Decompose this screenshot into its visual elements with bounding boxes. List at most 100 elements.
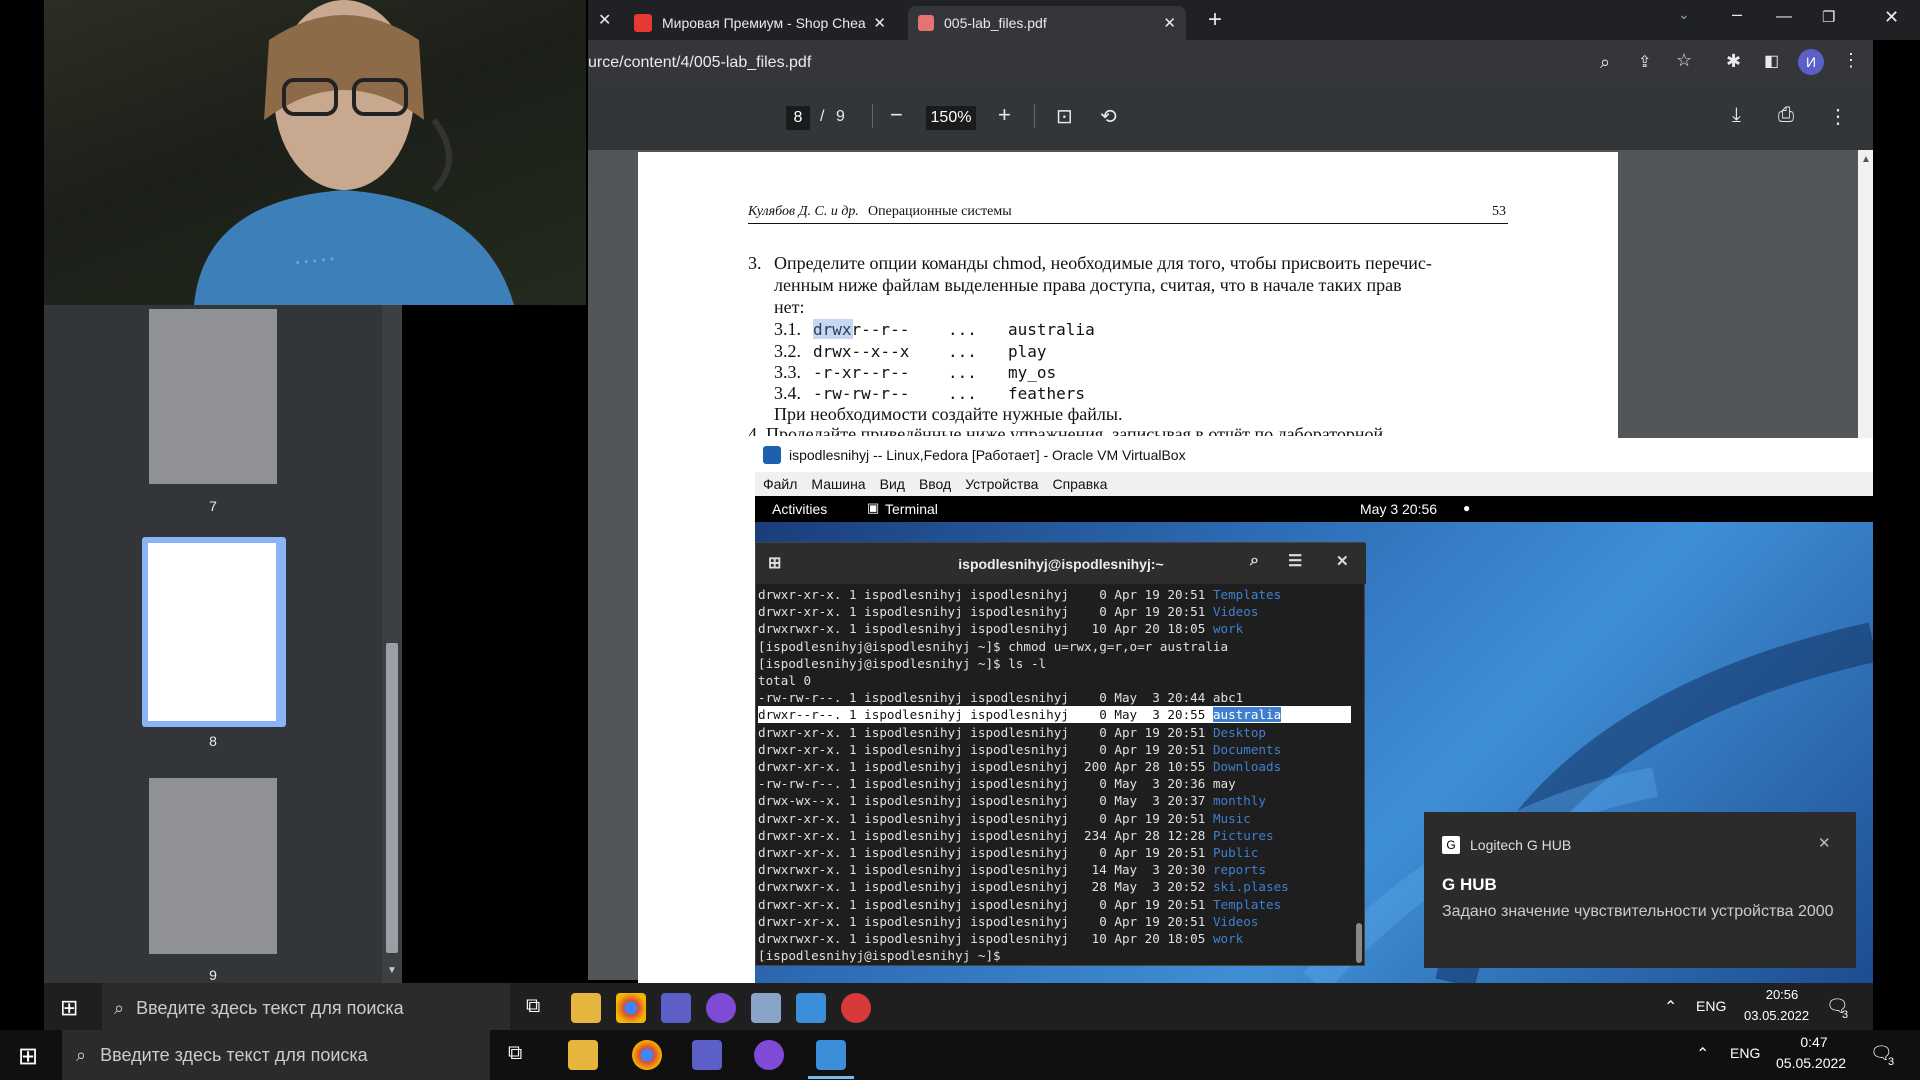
download-icon[interactable]: ⤓ [1732,104,1741,127]
share-icon[interactable]: ⇪ [1638,52,1651,72]
terminal-app-menu[interactable]: Terminal [885,501,938,517]
page-separator: / [820,108,825,125]
zoom-app-icon[interactable] [816,1040,846,1070]
chevron-down-icon[interactable]: ⌄ [1678,6,1690,23]
window-close-icon[interactable]: ✕ [1884,7,1899,28]
terminal-line-text: drwxrwxr-x. 1 ispodlesnihyj ispodlesnihy… [758,879,1213,895]
print-icon[interactable]: ⎙ [1778,104,1794,127]
restore-icon[interactable]: ❐ [1822,8,1835,26]
terminal-output[interactable]: drwxr-xr-x. 1 ispodlesnihyj ispodlesnihy… [756,586,1351,964]
hamburger-menu-icon[interactable]: ☰ [1288,551,1302,571]
divider [1034,104,1035,128]
thumbnail-page-7[interactable] [149,309,277,484]
item-text: нет: [774,297,805,317]
chrome-icon[interactable] [632,1040,662,1070]
window-minimize-icon[interactable]: — [1776,8,1792,26]
address-bar[interactable]: urce/content/4/005-lab_files.pdf ⌕ ⇪ ☆ ✱… [588,40,1873,86]
terminal-line-text: total 0 [758,673,812,688]
taskbar-search-box[interactable]: ⌕ Введите здесь текст для поиска [102,983,510,1033]
windows-start-icon[interactable]: ⊞ [18,1042,38,1071]
side-panel-icon[interactable]: ◧ [1764,51,1779,71]
tab-pdf[interactable]: 005-lab_files.pdf ✕ [908,6,1186,40]
zoom-icon[interactable]: ⌕ [1600,52,1610,73]
thumbnail-scrollbar-thumb[interactable] [386,643,398,953]
fit-page-icon[interactable]: ⊡ [1056,104,1073,129]
teams-icon[interactable] [692,1040,722,1070]
menu-input[interactable]: Ввод [919,476,951,492]
new-tab-icon[interactable]: ⊞ [768,553,781,573]
bookmark-star-icon[interactable]: ☆ [1676,50,1692,71]
menu-machine[interactable]: Машина [811,476,865,492]
clock-date[interactable]: 05.05.2022 [1776,1055,1846,1071]
menu-kebab-icon[interactable]: ⋮ [1842,50,1860,71]
extensions-icon[interactable]: ✱ [1726,51,1741,72]
thumbnail-scrollbar-track[interactable]: ▼ [382,305,402,983]
toast-notification[interactable]: G Logitech G HUB ✕ G HUB Задано значение… [1424,812,1856,968]
scroll-down-icon[interactable]: ▼ [387,965,397,976]
chrome-icon[interactable] [616,993,646,1023]
menu-file[interactable]: Файл [763,476,797,492]
terminal-window[interactable]: ⊞ ispodlesnihyj@ispodlesnihyj:~ ⌕ ☰ ✕ dr… [755,542,1366,966]
clock-time[interactable]: 20:56 [1754,987,1810,1002]
thumbnail-label: 8 [209,733,217,749]
clock-date[interactable]: 03.05.2022 [1744,1008,1809,1023]
clock-time[interactable]: 0:47 [1776,1034,1852,1050]
zoom-level-input[interactable]: 150% [926,106,976,130]
close-icon[interactable]: ✕ [1336,552,1349,570]
taskbar-search-box[interactable]: ⌕ Введите здесь текст для поиска [62,1030,490,1080]
shop-icon [634,14,652,32]
close-icon[interactable]: ✕ [873,14,886,32]
zoom-in-icon[interactable]: + [998,102,1011,128]
terminal-line: drwxrwxr-x. 1 ispodlesnihyj ispodlesnihy… [758,930,1243,947]
prev-tab-close-icon[interactable]: ✕ [598,10,611,30]
notification-close-icon[interactable]: ✕ [1818,834,1831,852]
item-text: ленным ниже файлам выделенные права дост… [774,275,1402,295]
task-view-icon[interactable]: ⧉ [526,995,540,1018]
thumbnail-label: 7 [209,498,217,514]
directory-name: Videos [1212,604,1259,620]
github-icon[interactable] [706,993,736,1023]
virtualbox-icon[interactable] [751,993,781,1023]
more-options-icon[interactable]: ⋮ [1828,104,1848,129]
tab-shop[interactable]: Мировая Премиум - Shop Chea ✕ [624,6,896,40]
terminal-line-text: drwxr-xr-x. 1 ispodlesnihyj ispodlesnihy… [758,604,1213,620]
menu-help[interactable]: Справка [1052,476,1107,492]
task-view-icon[interactable]: ⧉ [508,1042,522,1065]
new-tab-plus-icon[interactable]: + [1208,6,1222,34]
zoom-out-icon[interactable]: − [890,102,903,128]
minimize-icon[interactable]: – [1732,4,1742,25]
language-indicator[interactable]: ENG [1696,998,1726,1014]
activities-button[interactable]: Activities [772,501,827,517]
windows-start-icon[interactable]: ⊞ [60,995,78,1021]
terminal-scrollbar[interactable] [1356,923,1362,963]
directory-name: work [1212,621,1244,637]
url-text[interactable]: urce/content/4/005-lab_files.pdf [588,54,811,72]
thumbnail-page-9[interactable] [149,778,277,954]
sub-item-dots: ... [948,384,977,403]
outer-taskbar: ⊞ ⌕ Введите здесь текст для поиска ⧉ ⌃ E… [0,1030,1920,1080]
search-icon[interactable]: ⌕ [1250,552,1259,570]
rotate-icon[interactable]: ⟲ [1100,104,1117,129]
file-explorer-icon[interactable] [571,993,601,1023]
scroll-up-icon[interactable]: ▲ [1861,154,1871,165]
thumbnail-page-8[interactable] [148,543,276,721]
language-indicator[interactable]: ENG [1730,1045,1760,1061]
menu-view[interactable]: Вид [880,476,905,492]
profile-avatar[interactable]: И [1798,49,1824,75]
app-icon[interactable] [796,993,826,1023]
teams-icon[interactable] [661,993,691,1023]
github-icon[interactable] [754,1040,784,1070]
obs-icon[interactable] [841,993,871,1023]
page-number-input[interactable]: 8 [786,106,810,130]
terminal-line: drwxr-xr-x. 1 ispodlesnihyj ispodlesnihy… [758,586,1281,603]
close-icon[interactable]: ✕ [1163,14,1176,32]
header-rule [748,223,1508,224]
menu-devices[interactable]: Устройства [965,476,1038,492]
file-explorer-icon[interactable] [568,1040,598,1070]
terminal-line: drwxr-xr-x. 1 ispodlesnihyj ispodlesnihy… [758,758,1281,775]
tray-chevron-icon[interactable]: ⌃ [1696,1044,1709,1064]
sub-item-perm: -r-xr--r-- [813,363,910,382]
item-text: Определите опции команды chmod, необходи… [774,253,1432,273]
tray-chevron-icon[interactable]: ⌃ [1664,997,1677,1017]
gnome-clock[interactable]: May 3 20:56 [1360,501,1437,517]
